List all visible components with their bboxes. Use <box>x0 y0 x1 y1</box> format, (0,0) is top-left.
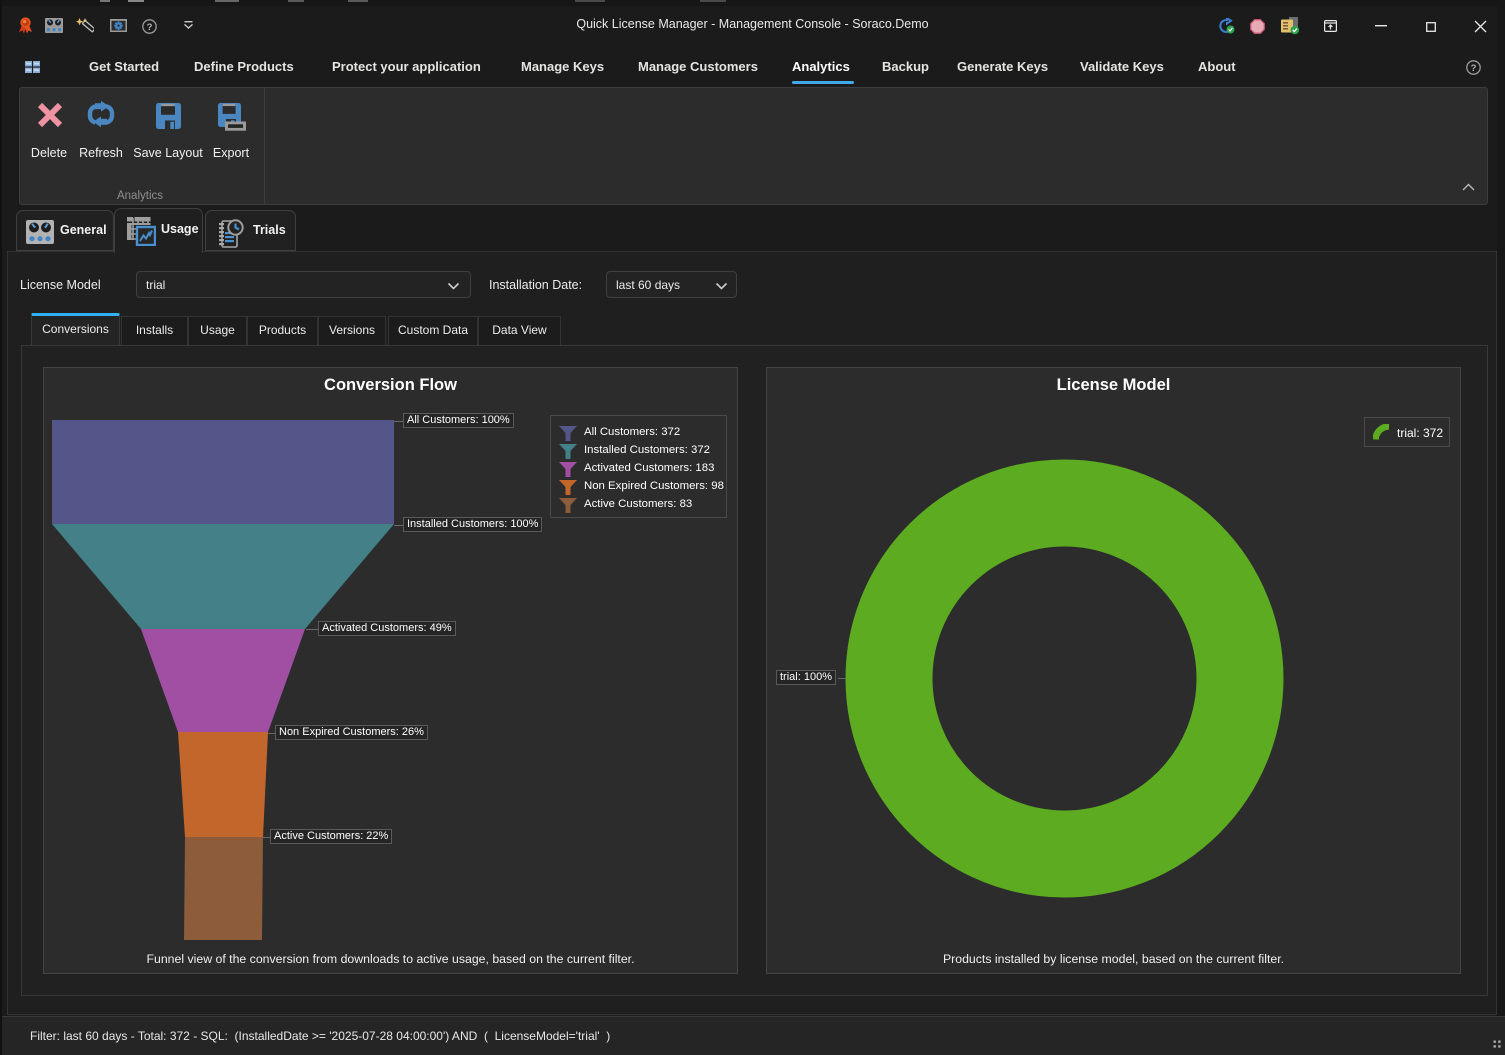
svg-text:?: ? <box>1471 63 1477 74</box>
svg-text:?: ? <box>147 22 153 33</box>
